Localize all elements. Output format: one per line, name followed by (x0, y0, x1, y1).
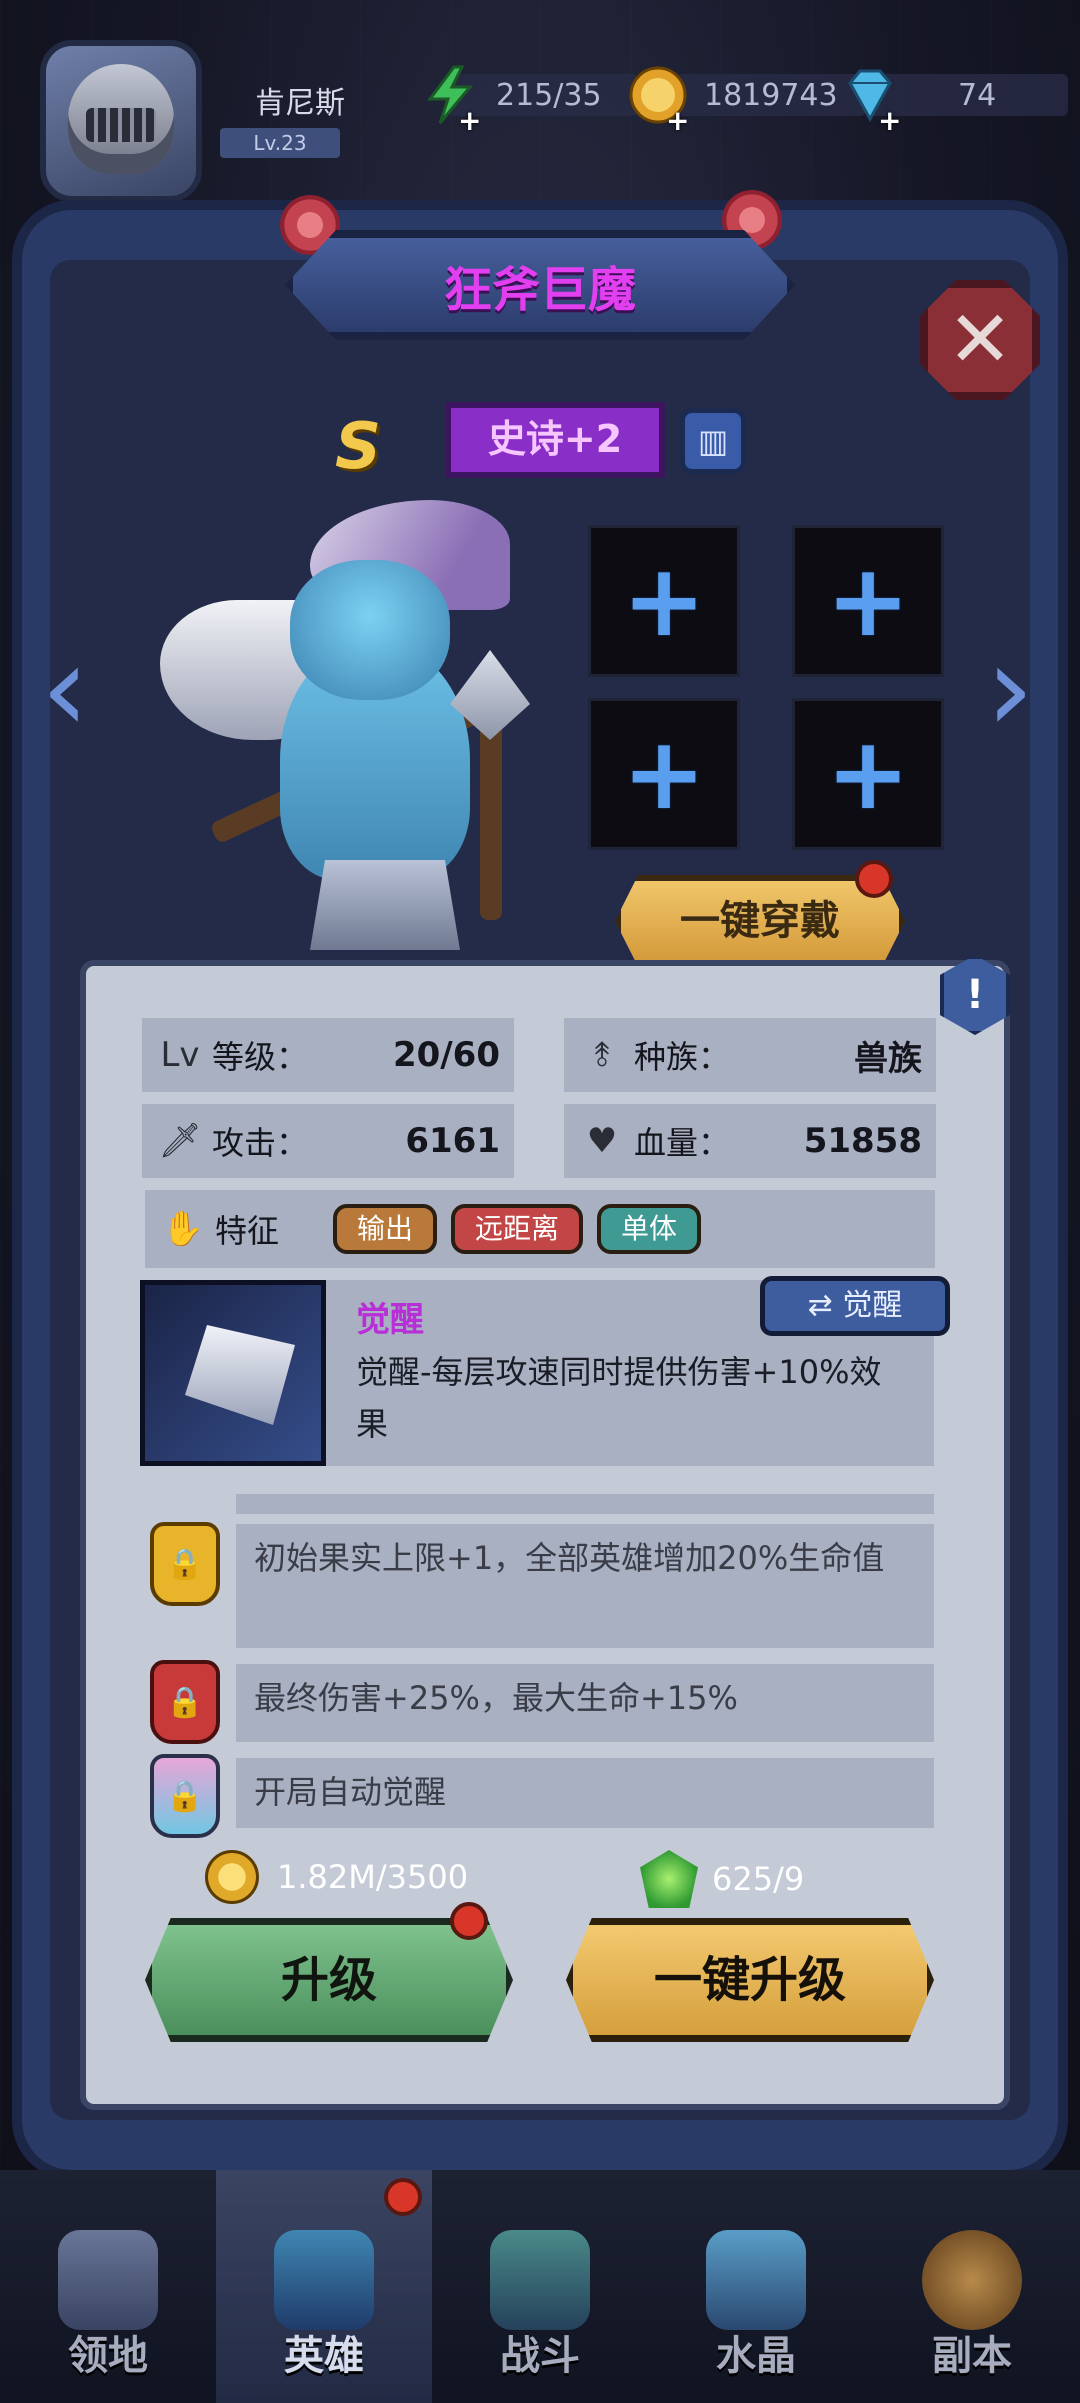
nav-battle[interactable]: 战斗 (432, 2170, 648, 2403)
skill-description: 觉醒-每层攻速同时提供伤害+10%效果 (356, 1353, 882, 1443)
troll-head (290, 560, 450, 700)
stat-hp-label: 血量： (634, 1124, 731, 1162)
perk-divider (236, 1494, 934, 1514)
stat-level: Lv 等级： 20/60 (142, 1018, 514, 1092)
trait-tag: 远距离 (451, 1204, 584, 1254)
nav-hero-label: 英雄 (284, 2333, 364, 2379)
close-icon: ✕ (947, 295, 1013, 385)
stamina-resource[interactable]: + 215/35 (420, 65, 638, 137)
gem-cost: 625/9 (640, 1850, 804, 1908)
add-stamina-icon: + (458, 104, 482, 137)
plus-icon: + (826, 715, 910, 832)
add-gem-icon: + (878, 104, 902, 137)
stat-race: ⥉ 种族： 兽族 (564, 1018, 936, 1092)
perk-1: 初始果实上限+1，全部英雄增加20%生命值 (236, 1524, 934, 1648)
equip-slot-helmet[interactable]: + (588, 525, 740, 677)
troll-armor-skirt (310, 860, 460, 950)
perk-3: 开局自动觉醒 (236, 1758, 934, 1828)
skill-icon[interactable] (140, 1280, 326, 1466)
notification-dot (450, 1902, 488, 1940)
one-click-upgrade-button[interactable]: 一键升级 (566, 1918, 934, 2042)
dna-icon: ⥉ (594, 1035, 610, 1075)
gem-icon (640, 1850, 698, 1908)
sword-icon: 🗡 (158, 1121, 202, 1161)
trait-tag: 单体 (597, 1204, 702, 1254)
coin-resource[interactable]: + 1819743 (628, 66, 866, 137)
book-icon: ▥ (697, 422, 729, 460)
next-hero-arrow[interactable]: › (975, 630, 1045, 750)
notification-dot (855, 860, 893, 898)
hero-rarity: 史诗+2 (445, 402, 665, 478)
plus-icon: + (622, 715, 706, 832)
plus-icon: + (622, 542, 706, 659)
nav-dungeon-label: 副本 (932, 2333, 1012, 2379)
trait-label: 特征 (215, 1212, 280, 1250)
bottom-navigation: 领地 英雄 战斗 水晶 副本 (0, 2170, 1080, 2403)
claw-icon: ✋ (161, 1209, 205, 1249)
equip-slot-pants[interactable]: + (588, 698, 740, 850)
gem-resource[interactable]: + 74 (840, 69, 1068, 137)
awaken-button[interactable]: ⇄ 觉醒 (760, 1276, 950, 1336)
player-avatar[interactable] (40, 40, 202, 202)
swap-icon: ⇄ (807, 1288, 843, 1323)
stat-race-label: 种族： (634, 1038, 731, 1076)
stamina-value: 215/35 (496, 77, 602, 113)
stat-attack-label: 攻击： (212, 1124, 309, 1162)
lock-icon: 🔒 (150, 1754, 220, 1838)
dungeon-icon (922, 2230, 1022, 2330)
equip-slot-boots[interactable]: + (792, 698, 944, 850)
gem-value: 74 (958, 77, 997, 113)
player-name: 肯尼斯 (255, 86, 345, 121)
hero-book-button[interactable]: ▥ (680, 408, 746, 474)
nav-crystal[interactable]: 水晶 (648, 2170, 864, 2403)
player-level: Lv.23 (220, 128, 340, 158)
gold-cost: 1.82M/3500 (205, 1850, 468, 1904)
trait-row: ✋ 特征 输出 远距离 单体 (145, 1190, 935, 1268)
nav-crystal-label: 水晶 (716, 2333, 796, 2379)
equip-slot-armor[interactable]: + (792, 525, 944, 677)
awaken-button-label: 觉醒 (842, 1288, 903, 1323)
top-bar: 肯尼斯 Lv.23 + 215/35 + 1819743 + 74 (0, 0, 1080, 220)
nav-dungeon[interactable]: 副本 (864, 2170, 1080, 2403)
info-icon: ! (965, 972, 985, 1018)
stat-level-value: 20/60 (392, 1035, 500, 1075)
nav-territory-label: 领地 (68, 2333, 148, 2379)
nav-hero[interactable]: 英雄 (216, 2170, 432, 2403)
stat-hp-value: 51858 (803, 1121, 922, 1161)
skill-title: 觉醒 (356, 1300, 424, 1340)
stat-level-label: 等级： (212, 1038, 309, 1076)
castle-icon (58, 2230, 158, 2330)
coin-value: 1819743 (704, 77, 838, 113)
hero-portrait (160, 500, 590, 960)
helmet-visor (86, 108, 156, 142)
trait-tag: 输出 (333, 1204, 438, 1254)
stat-attack: 🗡 攻击： 6161 (142, 1104, 514, 1178)
nav-territory[interactable]: 领地 (0, 2170, 216, 2403)
add-coin-icon: + (666, 104, 690, 137)
gold-cost-value: 1.82M/3500 (277, 1858, 469, 1896)
battle-icon (490, 2230, 590, 2330)
close-button[interactable]: ✕ (920, 280, 1040, 400)
stat-race-value: 兽族 (854, 1038, 922, 1079)
lock-icon: 🔒 (150, 1522, 220, 1606)
notification-dot (384, 2178, 422, 2216)
hero-title-plate: 狂斧巨魔 (285, 210, 795, 360)
stat-hp: ♥ 血量： 51858 (564, 1104, 936, 1178)
nav-battle-label: 战斗 (500, 2333, 580, 2379)
heart-icon: ♥ (586, 1121, 618, 1161)
perk-2: 最终伤害+25%，最大生命+15% (236, 1664, 934, 1742)
level-icon: Lv (160, 1035, 200, 1075)
stat-attack-value: 6161 (405, 1121, 500, 1161)
crystal-icon (706, 2230, 806, 2330)
axe-skill-icon (185, 1325, 295, 1425)
prev-hero-arrow[interactable]: ‹ (30, 630, 100, 750)
hero-icon (274, 2230, 374, 2330)
lock-icon: 🔒 (150, 1660, 220, 1744)
plus-icon: + (826, 542, 910, 659)
coin-icon (205, 1850, 259, 1904)
gem-cost-value: 625/9 (712, 1860, 805, 1898)
hero-name: 狂斧巨魔 (443, 262, 636, 318)
hero-grade: S (335, 410, 382, 484)
